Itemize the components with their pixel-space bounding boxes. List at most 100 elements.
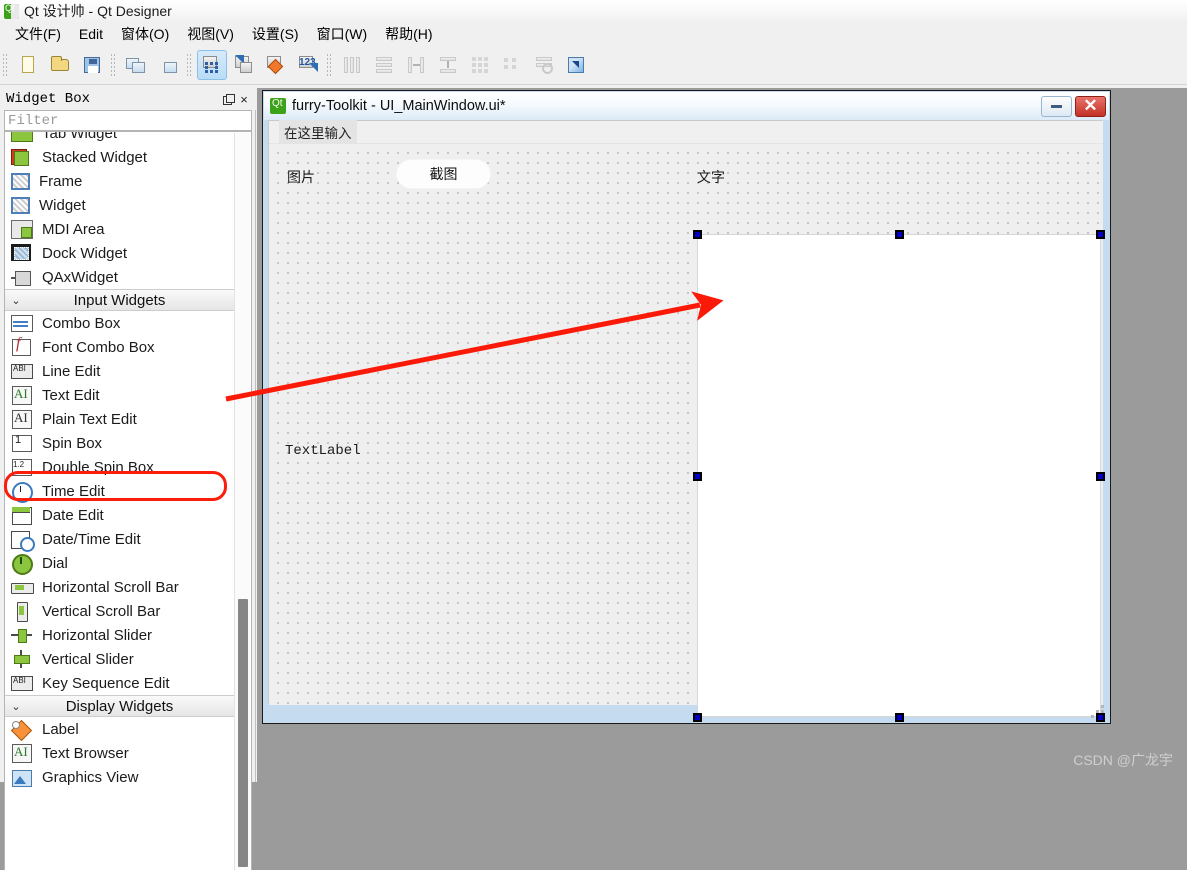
open-file-button[interactable]: [45, 50, 75, 80]
watermark-text: CSDN @广龙宇: [1073, 752, 1173, 768]
textlabel-widget[interactable]: TextLabel: [285, 443, 361, 459]
layout-form-button[interactable]: [497, 50, 527, 80]
list-item-label: Combo Box: [42, 314, 121, 332]
edit-signals-slots-button[interactable]: [229, 50, 259, 80]
menu-help[interactable]: 帮助(H): [376, 22, 441, 46]
widget-box-panel: Widget Box × Filter Tab Widget Stacked W…: [0, 88, 256, 870]
designed-form[interactable]: 在这里输入 图片 截图 文字 TextLabel: [268, 120, 1105, 722]
selection-handle-top-right[interactable]: [1096, 230, 1105, 239]
text-edit-widget[interactable]: [697, 234, 1101, 717]
main-toolbar: 123: [0, 46, 1187, 85]
form-menubar[interactable]: 在这里输入: [269, 120, 1103, 144]
selection-handle-bottom-right[interactable]: [1096, 713, 1105, 722]
selection-handle-bottom-center[interactable]: [895, 713, 904, 722]
widget-list-scrollbar[interactable]: [234, 133, 250, 870]
list-item-label: Horizontal Slider: [42, 626, 153, 644]
list-item[interactable]: Horizontal Scroll Bar: [5, 575, 234, 599]
list-item-text-edit[interactable]: Text Edit: [5, 383, 234, 407]
list-item[interactable]: Combo Box: [5, 311, 234, 335]
selection-handle-middle-right[interactable]: [1096, 472, 1105, 481]
edit-buddies-button[interactable]: [261, 50, 291, 80]
combo-box-icon: [11, 314, 33, 332]
float-icon[interactable]: [220, 91, 236, 107]
menubar: 文件(F) Edit 窗体(O) 视图(V) 设置(S) 窗口(W) 帮助(H): [0, 22, 1187, 46]
toolbar-grip-2[interactable]: [110, 53, 117, 77]
menu-edit[interactable]: Edit: [70, 24, 112, 44]
list-item[interactable]: Font Combo Box: [5, 335, 234, 359]
selection-handle-top-left[interactable]: [693, 230, 702, 239]
layout-horizontally-button[interactable]: [337, 50, 367, 80]
new-file-button[interactable]: [13, 50, 43, 80]
save-file-button[interactable]: [77, 50, 107, 80]
list-item-label: Vertical Slider: [42, 650, 134, 668]
text-label-cn[interactable]: 文字: [697, 167, 725, 187]
plain-text-edit-icon: [11, 410, 33, 429]
list-item[interactable]: Widget: [5, 193, 234, 217]
close-icon[interactable]: ×: [236, 91, 252, 107]
list-item[interactable]: Dock Widget: [5, 241, 234, 265]
minimize-button[interactable]: [1041, 95, 1072, 117]
toolbar-grip-4[interactable]: [326, 53, 333, 77]
layout-splitter-vertical-button[interactable]: [433, 50, 463, 80]
menu-settings[interactable]: 设置(S): [243, 22, 308, 46]
list-item[interactable]: Double Spin Box: [5, 455, 234, 479]
selection-handle-bottom-left[interactable]: [693, 713, 702, 722]
selection-handle-top-center[interactable]: [895, 230, 904, 239]
category-label: Display Widgets: [65, 697, 174, 715]
list-item[interactable]: Label: [5, 717, 234, 741]
list-item[interactable]: Date/Time Edit: [5, 527, 234, 552]
edit-tab-order-button[interactable]: 123: [293, 50, 323, 80]
list-item-label: Widget: [39, 196, 86, 214]
list-item[interactable]: Stacked Widget: [5, 145, 234, 169]
toolbar-grip-3[interactable]: [186, 53, 193, 77]
list-item[interactable]: Spin Box: [5, 431, 234, 455]
menu-file[interactable]: 文件(F): [6, 22, 70, 46]
break-layout-button[interactable]: [529, 50, 559, 80]
list-item[interactable]: Tab Widget: [5, 132, 234, 145]
screenshot-button[interactable]: 截图: [396, 159, 491, 189]
layout-splitter-vertical-icon: [437, 54, 459, 76]
list-item[interactable]: Plain Text Edit: [5, 407, 234, 431]
form-window-titlebar[interactable]: furry-Toolkit - UI_MainWindow.ui* ✕: [264, 92, 1109, 120]
widget-list[interactable]: Tab Widget Stacked Widget Frame Widget M…: [4, 131, 252, 870]
list-item[interactable]: Line Edit: [5, 359, 234, 383]
redo-button[interactable]: [153, 50, 183, 80]
form-menubar-placeholder[interactable]: 在这里输入: [279, 120, 357, 144]
toolbar-grip[interactable]: [2, 53, 9, 77]
list-item[interactable]: Dial: [5, 551, 234, 575]
form-canvas[interactable]: 图片 截图 文字 TextLabel: [269, 144, 1105, 722]
list-item-label: Graphics View: [42, 768, 139, 786]
selection-handle-middle-left[interactable]: [693, 472, 702, 481]
list-item[interactable]: Text Browser: [5, 741, 234, 765]
category-display-widgets[interactable]: ⌄ Display Widgets: [5, 695, 234, 717]
menu-window[interactable]: 窗口(W): [308, 22, 377, 46]
list-item[interactable]: QAxWidget: [5, 265, 234, 289]
list-item[interactable]: Graphics View: [5, 765, 234, 789]
layout-splitter-horizontal-button[interactable]: [401, 50, 431, 80]
edit-widgets-button[interactable]: [197, 50, 227, 80]
category-input-widgets[interactable]: ⌄ Input Widgets: [5, 289, 234, 311]
close-button[interactable]: ✕: [1075, 95, 1106, 117]
layout-grid-button[interactable]: [465, 50, 495, 80]
undo-button[interactable]: [121, 50, 151, 80]
list-item-label: Line Edit: [42, 362, 101, 380]
list-item[interactable]: Key Sequence Edit: [5, 671, 234, 695]
mdi-area: furry-Toolkit - UI_MainWindow.ui* ✕ 在这里输…: [257, 88, 1187, 782]
layout-vertically-button[interactable]: [369, 50, 399, 80]
adjust-size-button[interactable]: [561, 50, 591, 80]
list-item[interactable]: Time Edit: [5, 479, 234, 503]
filter-input[interactable]: Filter: [4, 110, 252, 131]
edit-tab-order-icon: 123: [297, 54, 319, 76]
scrollbar-thumb[interactable]: [238, 599, 248, 867]
list-item[interactable]: Date Edit: [5, 503, 234, 527]
menu-view[interactable]: 视图(V): [178, 22, 243, 46]
spin-box-icon: [11, 434, 33, 452]
list-item[interactable]: Frame: [5, 169, 234, 193]
picture-label[interactable]: 图片: [287, 167, 315, 187]
menu-form[interactable]: 窗体(O): [112, 22, 178, 46]
list-item[interactable]: Vertical Scroll Bar: [5, 599, 234, 623]
list-item[interactable]: Vertical Slider: [5, 647, 234, 671]
list-item[interactable]: MDI Area: [5, 217, 234, 241]
list-item[interactable]: Horizontal Slider: [5, 623, 234, 647]
layout-grid-icon: [469, 54, 491, 76]
